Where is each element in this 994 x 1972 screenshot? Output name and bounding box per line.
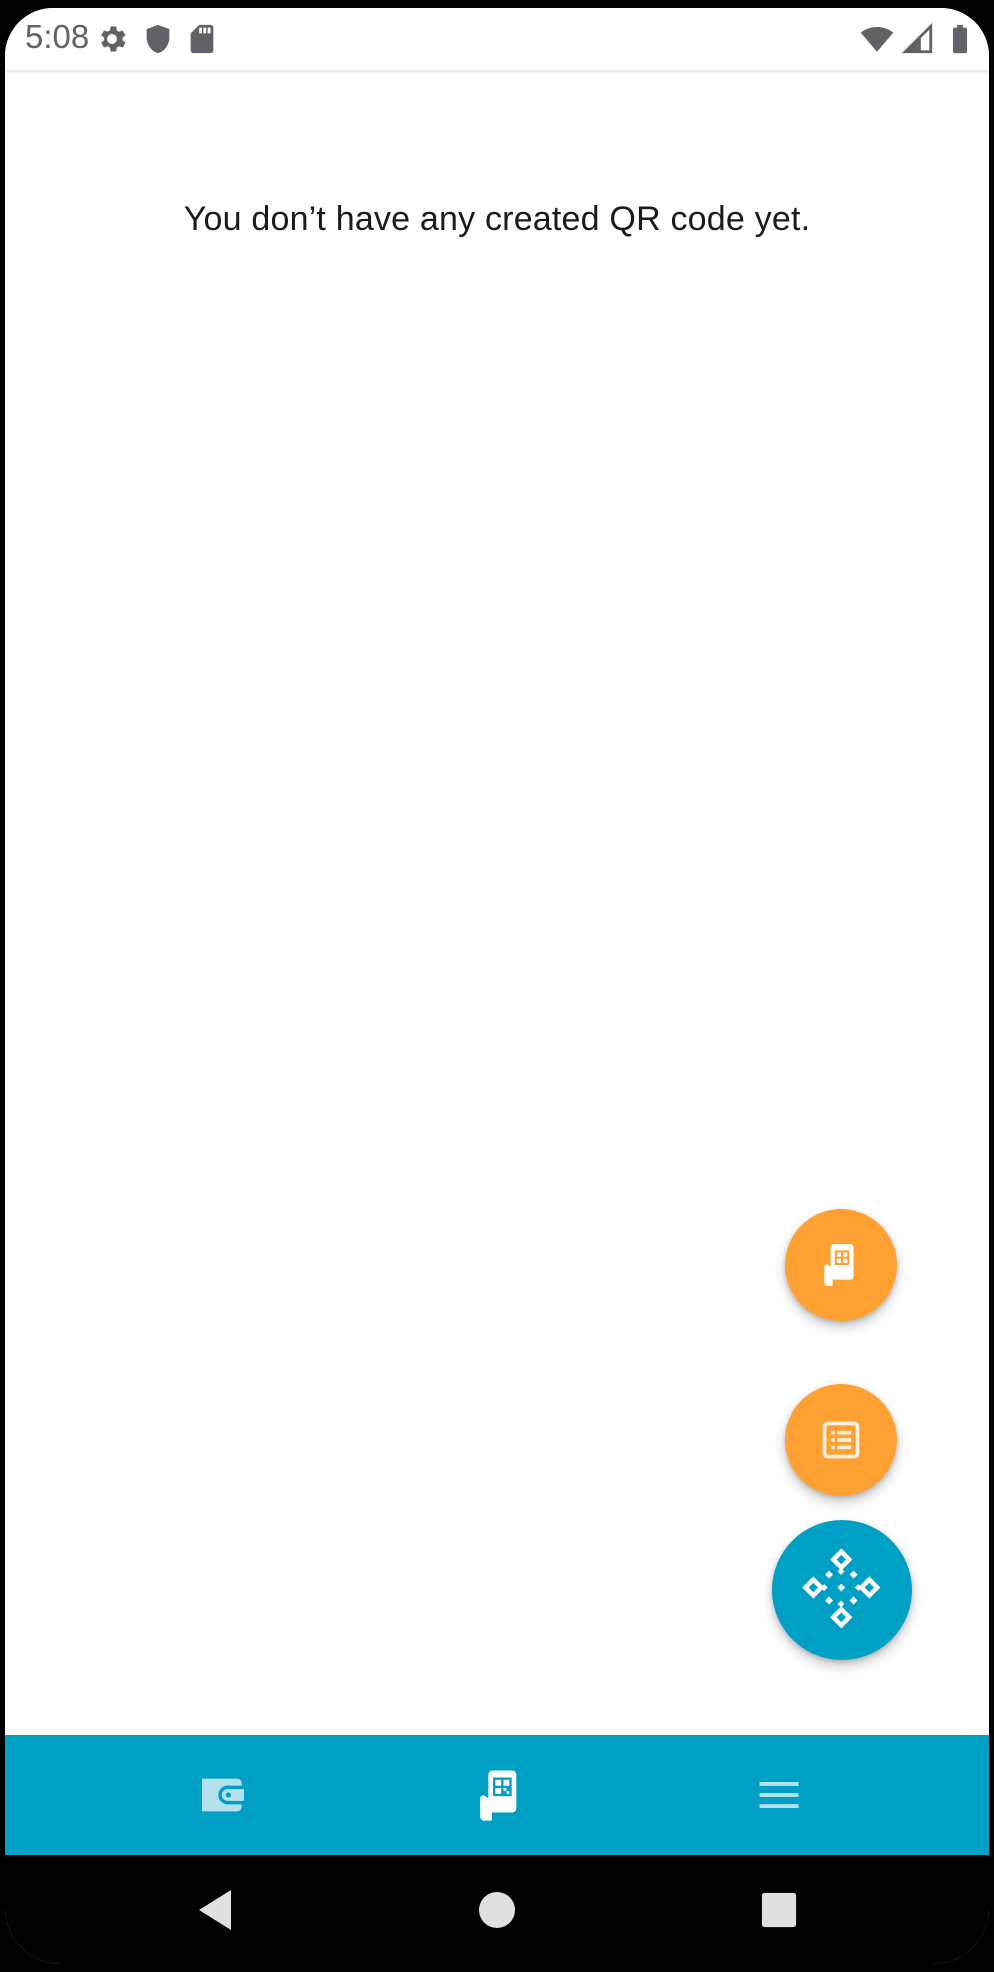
shield-icon xyxy=(146,24,170,54)
recents-button[interactable] xyxy=(719,1855,839,1964)
phone-frame: 5:08 You don’t have any created QR code … xyxy=(0,0,994,1972)
system-navigation-bar xyxy=(5,1855,989,1964)
recents-icon xyxy=(761,1892,797,1927)
phone-qr-icon xyxy=(824,1244,854,1286)
sd-card-icon xyxy=(190,24,214,54)
signal-icon xyxy=(901,22,933,54)
bottom-navigation xyxy=(5,1735,989,1855)
nav-item-qr-codes[interactable] xyxy=(440,1735,560,1855)
phone-qr-icon xyxy=(480,1770,517,1821)
back-icon xyxy=(199,1889,231,1930)
back-button[interactable] xyxy=(155,1855,275,1964)
home-icon xyxy=(479,1891,515,1928)
empty-state-message: You don’t have any created QR code yet. xyxy=(183,200,811,238)
nav-item-wallet[interactable] xyxy=(163,1735,283,1855)
status-bar: 5:08 xyxy=(5,8,989,70)
qr-code-icon xyxy=(802,1548,881,1629)
gear-icon xyxy=(101,26,126,52)
battery-icon xyxy=(952,24,968,54)
scan-qr-fab[interactable] xyxy=(785,1209,897,1321)
menu-icon xyxy=(759,1782,799,1808)
home-button[interactable] xyxy=(437,1855,557,1964)
nav-item-menu[interactable] xyxy=(719,1735,839,1855)
status-time: 5:08 xyxy=(25,18,90,55)
list-fab[interactable] xyxy=(785,1384,897,1496)
wallet-icon xyxy=(202,1778,244,1812)
screen: 5:08 You don’t have any created QR code … xyxy=(5,8,989,1964)
wifi-icon xyxy=(860,26,894,52)
list-icon xyxy=(822,1421,860,1459)
create-qr-fab[interactable] xyxy=(772,1520,912,1660)
